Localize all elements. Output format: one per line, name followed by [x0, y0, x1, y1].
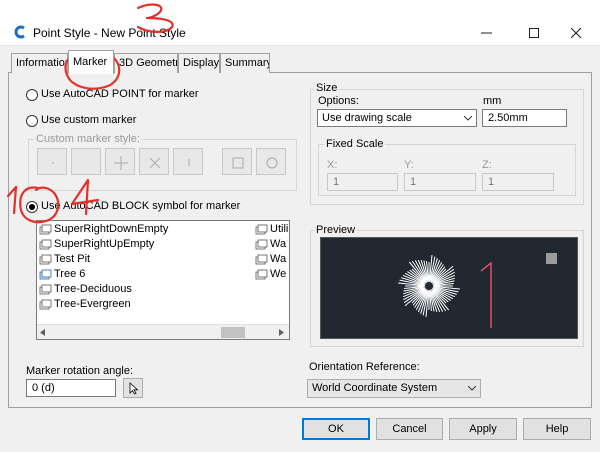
- marker-dot-option[interactable]: [37, 148, 67, 175]
- orientation-select[interactable]: World Coordinate System: [307, 379, 481, 398]
- size-value-input[interactable]: 2.50mm: [482, 109, 567, 127]
- tab-display[interactable]: Display: [178, 53, 220, 73]
- rotation-label: Marker rotation angle:: [26, 365, 133, 377]
- maximize-button[interactable]: [512, 22, 558, 44]
- app-icon: [13, 25, 27, 39]
- horizontal-scrollbar[interactable]: [37, 324, 289, 339]
- scroll-left-icon[interactable]: [40, 329, 46, 336]
- cancel-button[interactable]: Cancel: [376, 418, 443, 440]
- tab-information[interactable]: Information: [11, 53, 68, 73]
- window-title: Point Style - New Point Style: [33, 26, 186, 40]
- marker-circle-option[interactable]: [256, 148, 286, 175]
- orientation-label: Orientation Reference:: [309, 361, 420, 373]
- tab-marker[interactable]: Marker: [68, 50, 114, 74]
- cursor-icon: [129, 382, 139, 395]
- size-title: Size: [314, 82, 340, 94]
- size-options-value: Use drawing scale: [322, 112, 412, 124]
- orientation-value: World Coordinate System: [312, 382, 438, 394]
- scale-x-label: X:: [327, 159, 338, 171]
- marker-square-option[interactable]: [222, 148, 252, 175]
- close-icon: [571, 28, 582, 39]
- ok-button[interactable]: OK: [302, 418, 370, 440]
- point-marker-radio[interactable]: [26, 89, 38, 101]
- rotation-input[interactable]: 0 (d): [26, 379, 116, 397]
- block-icon: [255, 239, 268, 250]
- custom-marker-radio[interactable]: [26, 115, 38, 127]
- size-options-select[interactable]: Use drawing scale: [317, 109, 477, 127]
- tick-icon: [188, 159, 190, 166]
- scale-z-label: Z:: [482, 159, 492, 171]
- preview-canvas: [320, 237, 578, 339]
- tab-3d-geometry[interactable]: 3D Geometry: [114, 53, 178, 73]
- preview-title: Preview: [314, 224, 358, 236]
- square-icon: [232, 157, 244, 169]
- custom-marker-label: Use custom marker: [41, 114, 137, 126]
- point-marker-label: Use AutoCAD POINT for marker: [41, 88, 199, 100]
- dot-icon: [52, 162, 54, 164]
- block-icon: [39, 224, 52, 235]
- block-icon: [39, 299, 52, 310]
- custom-marker-style-label: Custom marker style:: [34, 133, 142, 145]
- marker-x-option[interactable]: [139, 148, 169, 175]
- block-icon: [255, 224, 268, 235]
- pick-rotation-button[interactable]: [123, 378, 143, 398]
- scale-y-label: Y:: [404, 159, 414, 171]
- block-marker-label: Use AutoCAD BLOCK symbol for marker: [41, 200, 241, 212]
- block-marker-radio[interactable]: [26, 201, 38, 213]
- block-icon: [39, 239, 52, 250]
- size-unit-label: mm: [483, 95, 502, 107]
- minimize-button[interactable]: [464, 22, 510, 44]
- block-icon: [39, 284, 52, 295]
- circle-icon: [266, 157, 278, 169]
- block-symbol-list[interactable]: SuperRightDownEmpty SuperRightUpEmpty Te…: [36, 220, 290, 340]
- close-button[interactable]: [554, 22, 600, 44]
- help-button[interactable]: Help: [523, 418, 591, 440]
- plus-icon: [114, 156, 128, 170]
- scale-y-input[interactable]: 1: [404, 173, 476, 191]
- size-options-label: Options:: [318, 95, 359, 107]
- scale-z-input[interactable]: 1: [482, 173, 554, 191]
- minimize-icon: [481, 32, 492, 34]
- marker-plus-option[interactable]: [105, 148, 135, 175]
- scroll-right-icon[interactable]: [279, 329, 285, 336]
- tab-summary[interactable]: Summary: [220, 53, 270, 73]
- chevron-down-icon: [468, 386, 476, 391]
- fixed-scale-title: Fixed Scale: [324, 138, 386, 150]
- marker-tick-option[interactable]: [173, 148, 203, 175]
- block-icon: [255, 269, 268, 280]
- tree-symbol-preview: [398, 253, 557, 328]
- block-icon: [39, 254, 52, 265]
- block-icon: [255, 254, 268, 265]
- scale-x-input[interactable]: 1: [327, 173, 398, 191]
- maximize-icon: [529, 28, 539, 38]
- apply-button[interactable]: Apply: [449, 418, 517, 440]
- scrollbar-thumb[interactable]: [221, 327, 245, 338]
- marker-none-option[interactable]: [71, 148, 101, 175]
- x-icon: [149, 157, 161, 169]
- block-icon: [39, 269, 52, 280]
- chevron-down-icon: [464, 116, 472, 121]
